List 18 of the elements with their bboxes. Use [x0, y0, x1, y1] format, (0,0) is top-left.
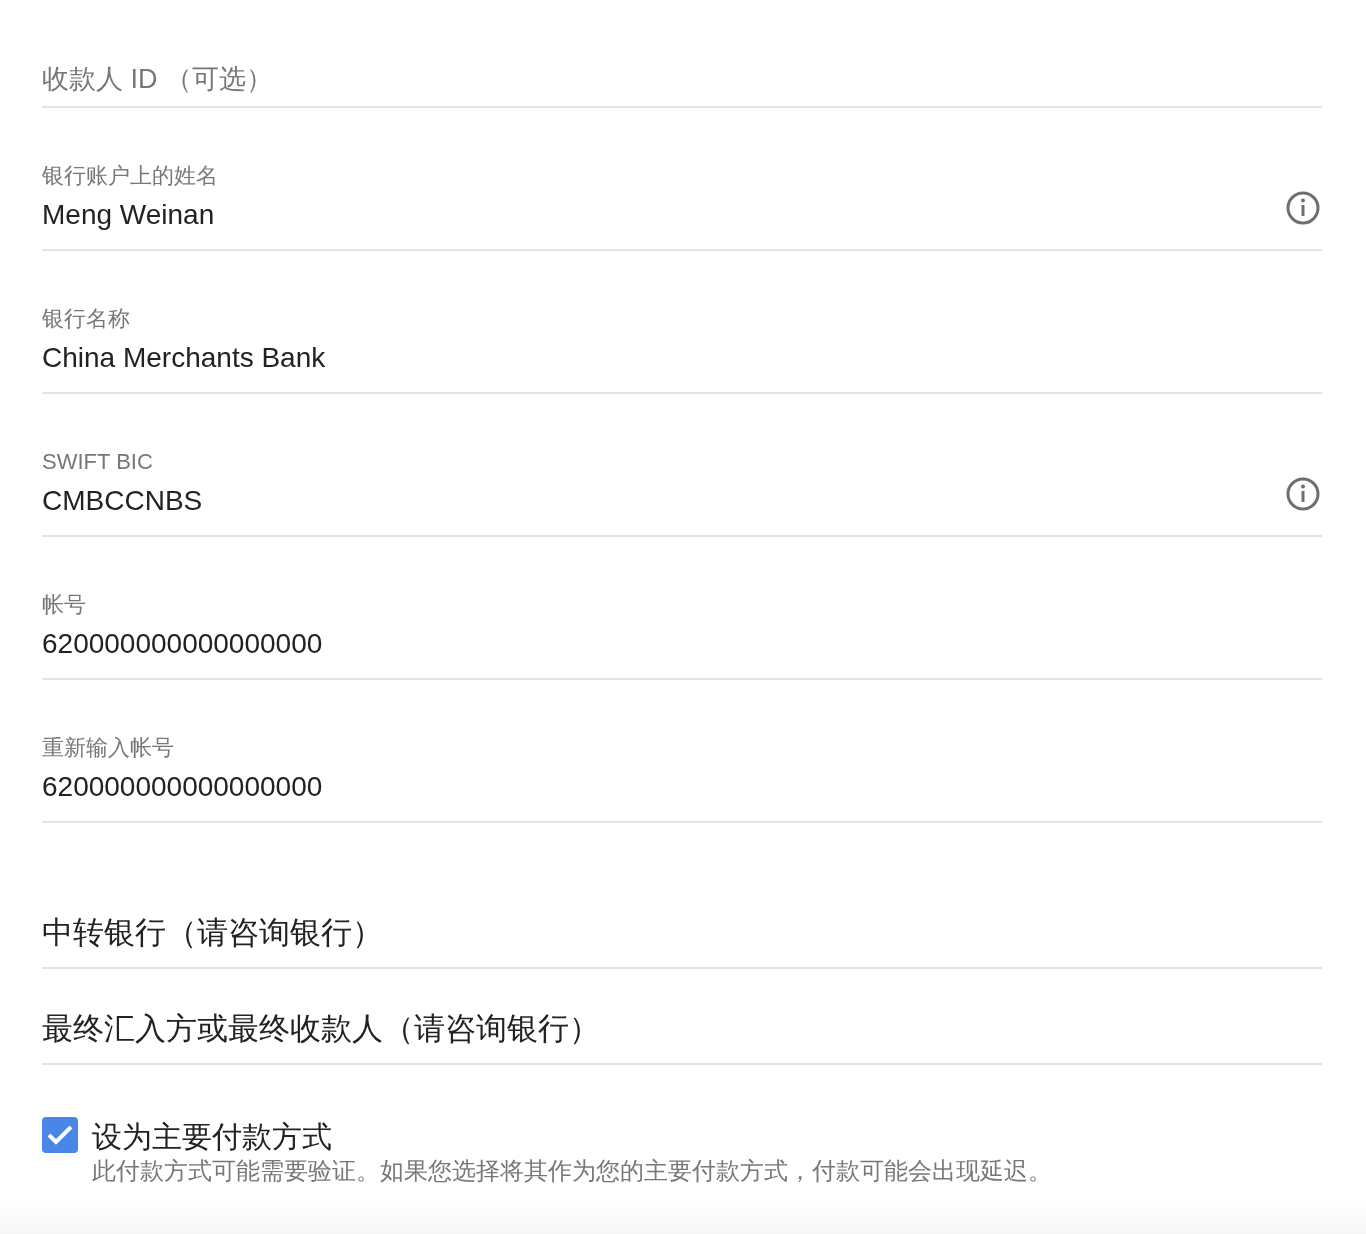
field-label: 帐号 [42, 592, 87, 618]
info-icon[interactable] [1286, 477, 1320, 511]
field-label: 重新输入帐号 [42, 735, 175, 761]
input-field[interactable]: 620000000000000000 [42, 626, 1322, 662]
field-label: 银行名称 [42, 306, 131, 332]
info-icon[interactable] [1286, 191, 1320, 225]
checkbox-label[interactable]: 设为主要付款方式 [92, 1117, 1052, 1157]
field-label: SWIFT BIC [42, 449, 154, 475]
input-field[interactable]: China Merchants Bank [42, 340, 1322, 376]
checkbox-description: 此付款方式可能需要验证。如果您选择将其作为您的主要付款方式，付款可能会出现延迟。 [92, 1156, 1052, 1186]
field-label[interactable]: 最终汇入方或最终收款人（请咨询银行） [42, 1009, 600, 1049]
input-field[interactable]: 620000000000000000 [42, 769, 1322, 805]
input-field[interactable]: Meng Weinan [42, 197, 1286, 233]
field-label[interactable]: 中转银行（请咨询银行） [42, 913, 383, 953]
input-field[interactable]: CMBCCNBS [42, 483, 1286, 519]
input-field[interactable]: 收款人 ID （可选） [42, 0, 1322, 106]
field-label: 银行账户上的姓名 [42, 163, 219, 189]
checkbox[interactable] [42, 1117, 78, 1153]
